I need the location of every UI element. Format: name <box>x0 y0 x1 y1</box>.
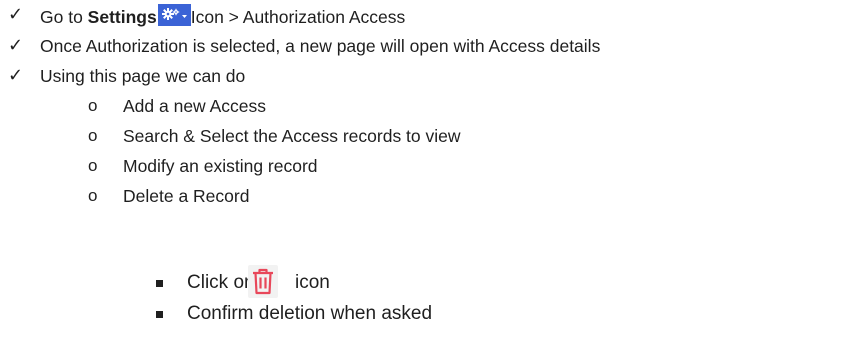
settings-label: Settings <box>87 7 157 27</box>
item1-suffix: Icon > Authorization Access <box>190 7 406 27</box>
action-item: Modify an existing record <box>123 156 318 176</box>
checkmark-icon: ✓ <box>8 65 24 86</box>
circle-bullet-icon: o <box>88 186 98 205</box>
action-item: Search & Select the Access records to vi… <box>123 126 461 146</box>
gear-dropdown-icon <box>157 4 191 26</box>
square-bullet-icon <box>156 280 163 287</box>
circle-bullet-icon: o <box>88 96 98 115</box>
circle-bullet-icon: o <box>88 156 98 175</box>
circle-bullet-icon: o <box>88 126 98 145</box>
checkmark-icon: ✓ <box>8 35 24 56</box>
delete-step-2: Confirm deletion when asked <box>187 303 433 324</box>
delete-step-1-suffix: icon <box>295 272 330 293</box>
action-item: Add a new Access <box>123 96 266 116</box>
checklist-item-1: Go to Settings Icon > Authorization Acce… <box>40 4 405 28</box>
delete-step-1-prefix: Click on <box>187 272 255 293</box>
checklist-item-2: Once Authorization is selected, a new pa… <box>40 36 601 56</box>
checklist-item-3: Using this page we can do <box>40 66 246 86</box>
checkmark-icon: ✓ <box>8 4 24 25</box>
trash-icon <box>248 265 278 298</box>
item1-prefix: Go to <box>40 7 88 27</box>
square-bullet-icon <box>156 311 163 318</box>
action-item: Delete a Record <box>123 186 250 206</box>
